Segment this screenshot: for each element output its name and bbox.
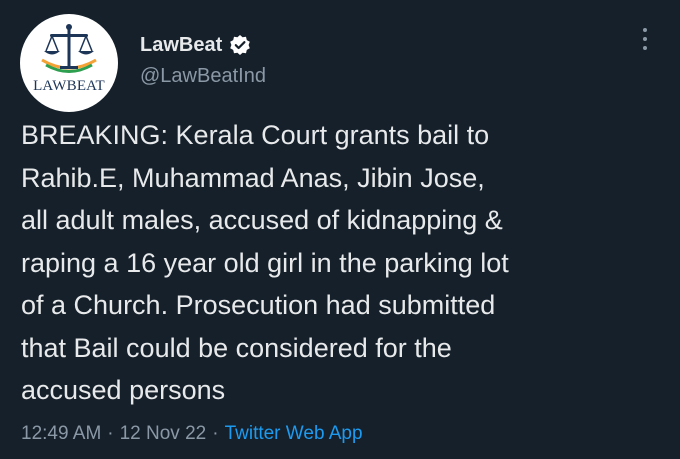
separator: ·: [107, 423, 114, 444]
tweet-time[interactable]: 12:49 AM: [21, 423, 101, 445]
more-options-icon[interactable]: [640, 28, 650, 56]
tweet-header: LawBeat @LawBeatInd: [140, 32, 266, 88]
tweet-card: LAWBEAT LawBeat @LawBeatInd BREAKING: Ke…: [0, 0, 680, 459]
display-name[interactable]: LawBeat: [140, 34, 222, 57]
tweet-text: BREAKING: Kerala Court grants bail to Ra…: [21, 120, 509, 405]
tweet-date[interactable]: 12 Nov 22: [120, 423, 207, 445]
verified-badge-icon: [229, 34, 251, 56]
tweet-metadata: 12:49 AM · 12 Nov 22 · Twitter Web App: [21, 423, 363, 445]
tweet-source-link[interactable]: Twitter Web App: [225, 423, 363, 445]
separator: ·: [212, 423, 219, 444]
scales-of-justice-icon: [41, 24, 97, 73]
avatar-logo-text: LAWBEAT: [33, 78, 105, 94]
user-handle[interactable]: @LawBeatInd: [140, 65, 266, 88]
name-row: LawBeat: [140, 32, 266, 58]
avatar[interactable]: LAWBEAT: [20, 14, 118, 112]
